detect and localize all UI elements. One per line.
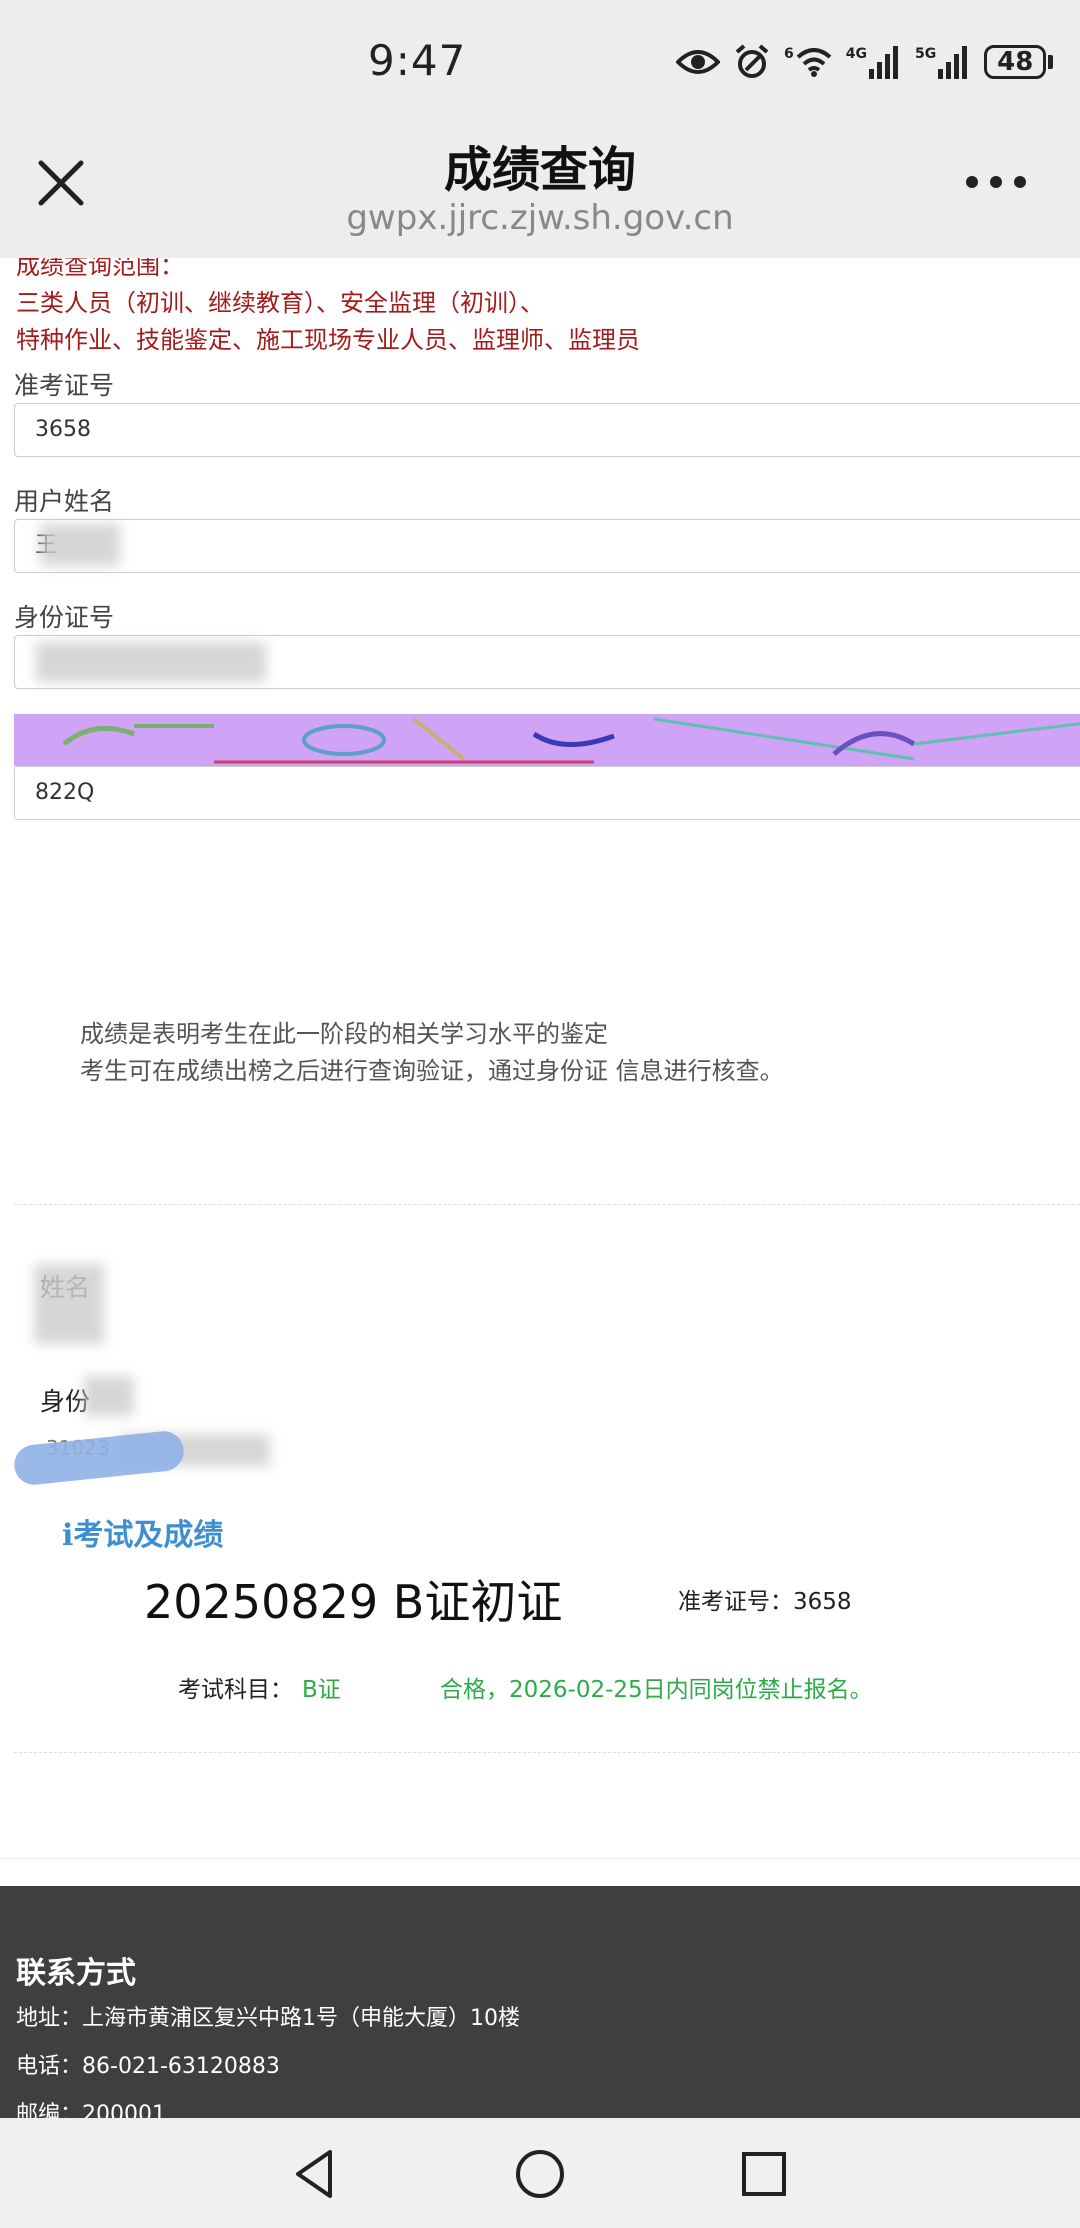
note-line-1: 成绩是表明考生在此一阶段的相关学习水平的鉴定 bbox=[80, 1020, 608, 1048]
captcha-input[interactable]: 822Q bbox=[14, 766, 1080, 820]
title-bar: 成绩查询 gwpx.jjrc.zjw.sh.gov.cn bbox=[0, 120, 1080, 258]
name-input[interactable]: 王 bbox=[14, 519, 1080, 573]
exam-title: 20250829 B证初证 bbox=[144, 1575, 563, 1629]
ticket-label: 准考证号 bbox=[14, 371, 115, 400]
ticket-input[interactable]: 3658 bbox=[14, 403, 1080, 457]
nav-bar bbox=[0, 2118, 1080, 2228]
captcha-image[interactable] bbox=[14, 714, 1080, 766]
name-label: 用户姓名 bbox=[14, 487, 115, 516]
section-title: ℹ考试及成绩 bbox=[62, 1518, 224, 1553]
footer-address: 地址：上海市黄浦区复兴中路1号（申能大厦）10楼 bbox=[16, 2006, 521, 2031]
divider bbox=[0, 1858, 1080, 1859]
divider bbox=[14, 1204, 1080, 1205]
scope-line-1: 三类人员（初训、继续教育）、安全监理（初训）、 bbox=[16, 289, 544, 317]
signal-5g-icon: 5G bbox=[915, 42, 970, 82]
privacy-mosaic bbox=[34, 1264, 104, 1344]
status-time: 9:47 bbox=[368, 36, 467, 85]
battery-icon: 48 bbox=[984, 45, 1054, 79]
recents-icon[interactable] bbox=[736, 2146, 792, 2202]
back-icon[interactable] bbox=[288, 2146, 344, 2202]
status-bar: 9:47 6 4G 5G 48 bbox=[0, 0, 1080, 120]
result-ticket: 准考证号：3658 bbox=[678, 1582, 852, 1616]
privacy-mosaic bbox=[36, 642, 266, 682]
footer-heading: 联系方式 bbox=[16, 1956, 136, 1991]
scribble-mark bbox=[12, 1429, 186, 1487]
subject-label: 考试科目： bbox=[178, 1677, 293, 1703]
result-status: 合格，2026-02-25日内同岗位禁止报名。 bbox=[440, 1677, 873, 1703]
more-icon[interactable] bbox=[966, 176, 1026, 190]
result-id-label: 身份 bbox=[40, 1387, 91, 1416]
result-ticket-label: 准考证号： bbox=[678, 1589, 793, 1615]
main-content: 成绩查询范围： 三类人员（初训、继续教育）、安全监理（初训）、 特种作业、技能鉴… bbox=[0, 258, 1080, 1886]
eye-icon bbox=[676, 42, 720, 82]
footer-phone: 电话：86-021-63120883 bbox=[16, 2054, 280, 2079]
page-url: gwpx.jjrc.zjw.sh.gov.cn bbox=[346, 198, 734, 238]
score-note: 成绩是表明考生在此一阶段的相关学习水平的鉴定 考生可在成绩出榜之后进行查询验证，… bbox=[80, 1016, 784, 1090]
id-label: 身份证号 bbox=[14, 603, 115, 632]
contact-footer: 联系方式 地址：上海市黄浦区复兴中路1号（申能大厦）10楼 电话：86-021-… bbox=[0, 1886, 1080, 2118]
battery-level: 48 bbox=[984, 45, 1047, 79]
info-icon: ℹ bbox=[62, 1518, 74, 1553]
signal-4g-icon: 4G bbox=[846, 42, 901, 82]
wifi-icon: 6 bbox=[784, 42, 832, 82]
query-scope: 成绩查询范围： 三类人员（初训、继续教育）、安全监理（初训）、 特种作业、技能鉴… bbox=[16, 258, 640, 359]
scope-line-2: 特种作业、技能鉴定、施工现场专业人员、监理师、监理员 bbox=[16, 326, 640, 354]
divider bbox=[14, 1752, 1080, 1753]
subject-value: B证 bbox=[302, 1677, 341, 1703]
privacy-mosaic bbox=[84, 1376, 134, 1416]
footer-postcode: 邮编：200001 bbox=[16, 2102, 166, 2118]
page-title: 成绩查询 bbox=[443, 142, 636, 198]
status-icons: 6 4G 5G 48 bbox=[676, 40, 1054, 84]
scope-heading: 成绩查询范围： bbox=[16, 258, 184, 280]
result-ticket-value: 3658 bbox=[793, 1589, 852, 1615]
privacy-mosaic bbox=[40, 524, 120, 566]
home-icon[interactable] bbox=[512, 2146, 568, 2202]
alarm-icon bbox=[734, 42, 770, 82]
note-line-2: 考生可在成绩出榜之后进行查询验证，通过身份证 信息进行核查。 bbox=[80, 1057, 784, 1085]
